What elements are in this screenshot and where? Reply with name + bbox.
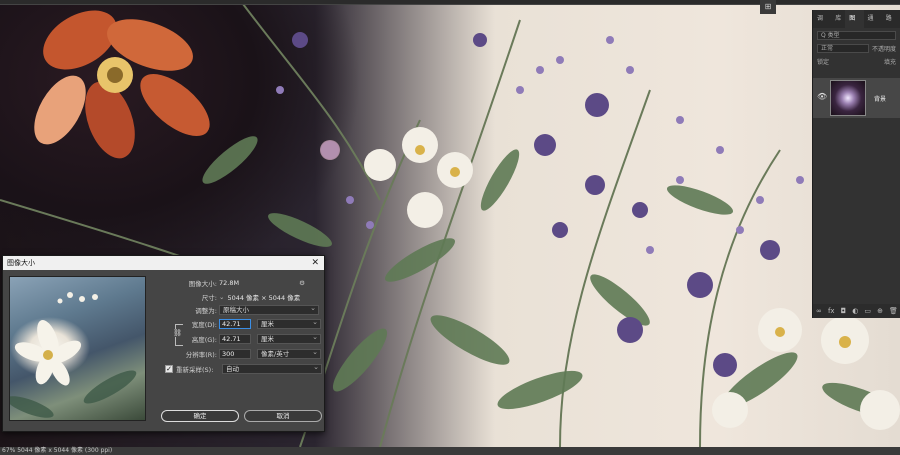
layers-panel: 调整 库 图层 通道 路径 Q 类型 正常 不透明度 锁定 填充 👁 背景 ∞ …: [812, 10, 900, 318]
panel-tabs: 调整 库 图层 通道 路径: [813, 10, 900, 40]
resolution-input[interactable]: 300: [219, 348, 251, 359]
image-size-label: 图像大小:: [188, 279, 217, 288]
resample-label: 重新采样(S):: [176, 365, 214, 374]
tab-layers[interactable]: 图层: [845, 10, 864, 40]
mask-icon[interactable]: ◘: [841, 307, 847, 315]
height-unit-select[interactable]: 厘米: [257, 333, 321, 344]
resample-row: ✓ 重新采样(S): 自动: [165, 363, 322, 374]
fit-select[interactable]: 原稿大小: [219, 304, 319, 315]
width-label: 宽度(D):: [191, 320, 217, 329]
tab-paths[interactable]: 路径: [882, 10, 900, 40]
fx-icon[interactable]: fx: [828, 307, 835, 315]
tab-channels[interactable]: 通道: [864, 10, 882, 40]
layer-filter-input[interactable]: Q 类型: [817, 31, 896, 40]
preview-art: [10, 292, 137, 418]
width-input[interactable]: 42.71: [219, 318, 251, 329]
ok-button[interactable]: 确定: [161, 410, 239, 422]
fit-label: 调整为:: [195, 306, 217, 315]
resample-select[interactable]: 自动: [222, 363, 322, 374]
layer-name: 背景: [874, 96, 887, 103]
fill-label: 填充: [883, 59, 896, 66]
close-icon[interactable]: ✕: [311, 256, 319, 270]
height-label: 高度(G):: [191, 335, 217, 344]
layer-row[interactable]: 👁 背景: [813, 78, 900, 118]
trash-icon[interactable]: 🗑: [889, 307, 898, 315]
opacity-label: 不透明度: [871, 46, 896, 53]
layers-bottom-bar: ∞ fx ◘ ◐ ▭ ⊕ 🗑: [813, 304, 900, 318]
arrange-icon[interactable]: ⊞: [760, 0, 776, 14]
image-size-value: 72.8M: [219, 278, 240, 287]
fit-row: 调整为: 原稿大小: [153, 304, 319, 315]
dimensions-label: 尺寸:: [201, 293, 217, 302]
dimensions-value: 5044 像素 × 5044 像素: [227, 293, 301, 302]
resample-checkbox[interactable]: ✓: [165, 364, 173, 373]
width-row: 宽度(D): 42.71 厘米: [153, 318, 321, 329]
link-layers-icon[interactable]: ∞: [816, 307, 822, 315]
resolution-unit-select[interactable]: 像素/英寸: [257, 348, 321, 359]
tab-adjustments[interactable]: 调整: [813, 10, 831, 40]
group-icon[interactable]: ▭: [864, 307, 871, 315]
orange-flower: [34, 10, 210, 159]
image-size-row: 图像大小: 72.8M ⚙: [153, 277, 305, 288]
status-bar: 67% 5044 像素 x 5044 像素 (300 ppi): [0, 447, 900, 455]
lock-label: 锁定: [817, 59, 830, 66]
dialog-titlebar[interactable]: 图像大小 ✕: [3, 256, 324, 270]
width-unit-select[interactable]: 厘米: [257, 318, 321, 329]
image-size-dialog: 图像大小 ✕ 图像大小: 72.8M ⚙ 尺寸: ⌄ 5044 像素 × 504…: [2, 255, 325, 432]
height-input[interactable]: 42.71: [219, 333, 251, 344]
eye-icon[interactable]: 👁: [817, 92, 827, 101]
lock-row: 锁定 填充: [817, 56, 896, 67]
layer-filter-row: Q 类型: [817, 30, 896, 41]
blend-row: 正常 不透明度: [817, 43, 896, 54]
cancel-button[interactable]: 取消: [244, 410, 322, 422]
resolution-row: 分辨率(R): 300 像素/英寸: [153, 348, 321, 359]
new-layer-icon[interactable]: ⊕: [877, 307, 883, 315]
height-row: 高度(G): 42.71 厘米: [153, 333, 321, 344]
dialog-title: 图像大小: [7, 259, 35, 267]
gear-icon[interactable]: ⚙: [299, 279, 305, 287]
tab-libraries[interactable]: 库: [831, 10, 845, 28]
layer-thumbnail: [830, 80, 866, 116]
dimensions-row: 尺寸: ⌄ 5044 像素 × 5044 像素: [153, 291, 300, 302]
adjustment-icon[interactable]: ◐: [852, 307, 858, 315]
image-preview[interactable]: [9, 276, 146, 421]
blend-mode-select[interactable]: 正常: [817, 44, 869, 53]
dimensions-chevron-icon[interactable]: ⌄: [219, 293, 224, 301]
resolution-label: 分辨率(R):: [185, 350, 217, 359]
